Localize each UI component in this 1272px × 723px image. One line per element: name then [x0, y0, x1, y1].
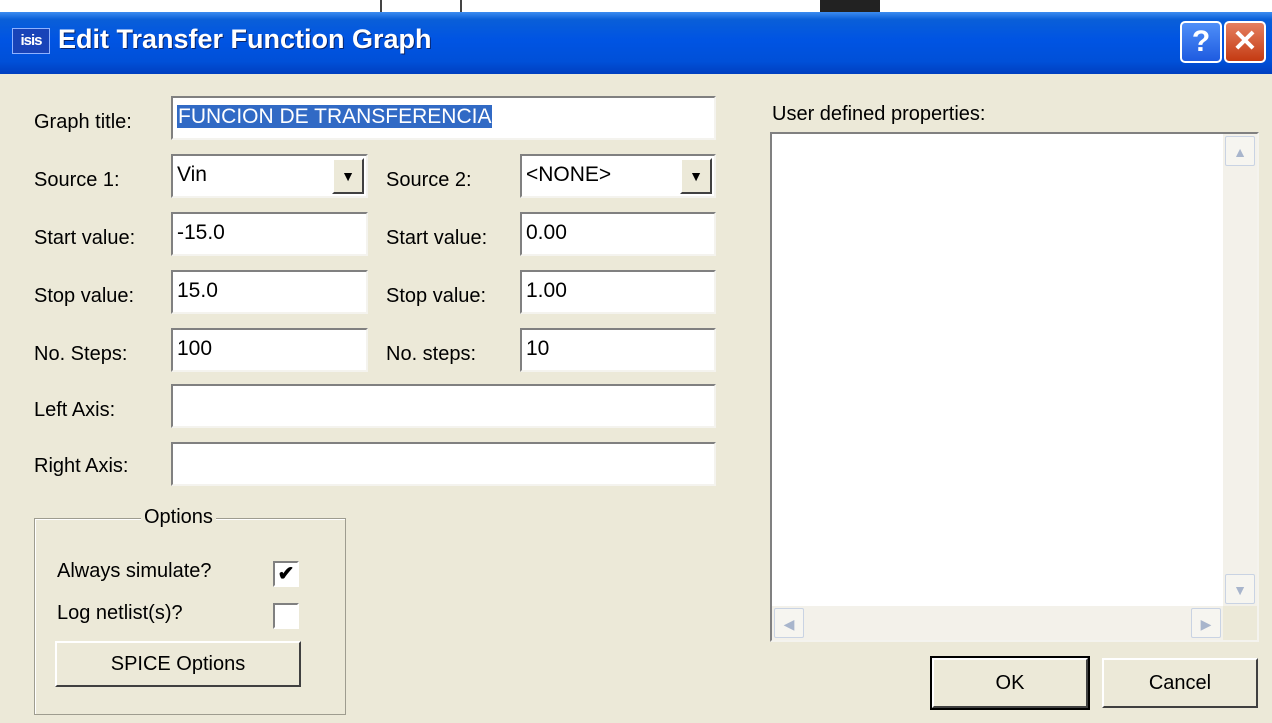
stop-value-1-label: Stop value: — [34, 285, 135, 307]
user-properties-label: User defined properties: — [772, 103, 986, 125]
steps-2-label: No. steps: — [386, 343, 477, 365]
user-properties-textarea[interactable]: ▲ ▼ ◀ ▶ — [770, 132, 1259, 642]
source2-dropdown-arrow-icon[interactable]: ▼ — [680, 158, 712, 194]
steps-1-label: No. Steps: — [34, 343, 128, 365]
horizontal-scrollbar[interactable]: ◀ ▶ — [772, 606, 1223, 640]
options-groupbox: Options Always simulate? ✔ Log netlist(s… — [34, 505, 346, 715]
isis-app-icon: isis — [12, 28, 50, 54]
source2-label: Source 2: — [386, 169, 472, 191]
cancel-button[interactable]: Cancel — [1102, 658, 1258, 708]
steps-1-input[interactable]: 100 — [171, 328, 368, 372]
graph-title-value: FUNCION DE TRANSFERENCIA — [177, 105, 493, 128]
steps-2-input[interactable]: 10 — [520, 328, 716, 372]
scrollbar-corner — [1223, 606, 1257, 640]
source1-label: Source 1: — [34, 169, 120, 191]
source2-select[interactable]: <NONE> ▼ — [520, 154, 716, 198]
graph-title-label: Graph title: — [34, 111, 132, 133]
options-legend: Options — [141, 505, 216, 529]
source1-value: Vin — [177, 163, 207, 186]
right-axis-label: Right Axis: — [34, 455, 129, 477]
scroll-up-arrow-icon[interactable]: ▲ — [1225, 136, 1255, 166]
scroll-down-arrow-icon[interactable]: ▼ — [1225, 574, 1255, 604]
stop-value-1-input[interactable]: 15.0 — [171, 270, 368, 314]
right-axis-input[interactable] — [171, 442, 716, 486]
log-netlist-label[interactable]: Log netlist(s)? — [57, 601, 183, 625]
start-value-2-label: Start value: — [386, 227, 488, 249]
stop-value-2-label: Stop value: — [386, 285, 487, 307]
always-simulate-label[interactable]: Always simulate? — [57, 559, 212, 583]
graph-title-input[interactable]: FUNCION DE TRANSFERENCIA — [171, 96, 716, 140]
log-netlist-checkbox[interactable] — [273, 603, 299, 629]
source2-value: <NONE> — [526, 163, 612, 186]
scroll-right-arrow-icon[interactable]: ▶ — [1191, 608, 1221, 638]
stop-value-2-input[interactable]: 1.00 — [520, 270, 716, 314]
spice-options-button[interactable]: SPICE Options — [55, 641, 301, 687]
background-window-strip — [0, 0, 1272, 12]
help-button[interactable]: ? — [1180, 21, 1222, 63]
start-value-1-input[interactable]: -15.0 — [171, 212, 368, 256]
edit-transfer-function-dialog: isis Edit Transfer Function Graph ? ✕ Gr… — [0, 12, 1272, 723]
source1-select[interactable]: Vin ▼ — [171, 154, 368, 198]
ok-button[interactable]: OK — [930, 656, 1090, 710]
always-simulate-checkbox[interactable]: ✔ — [273, 561, 299, 587]
title-bar[interactable]: isis Edit Transfer Function Graph ? ✕ — [0, 12, 1272, 74]
start-value-2-input[interactable]: 0.00 — [520, 212, 716, 256]
source1-dropdown-arrow-icon[interactable]: ▼ — [332, 158, 364, 194]
start-value-1-label: Start value: — [34, 227, 136, 249]
scroll-left-arrow-icon[interactable]: ◀ — [774, 608, 804, 638]
left-axis-label: Left Axis: — [34, 399, 116, 421]
left-axis-input[interactable] — [171, 384, 716, 428]
close-button[interactable]: ✕ — [1224, 21, 1266, 63]
window-title: Edit Transfer Function Graph — [58, 24, 432, 54]
vertical-scrollbar[interactable]: ▲ ▼ — [1223, 134, 1257, 606]
